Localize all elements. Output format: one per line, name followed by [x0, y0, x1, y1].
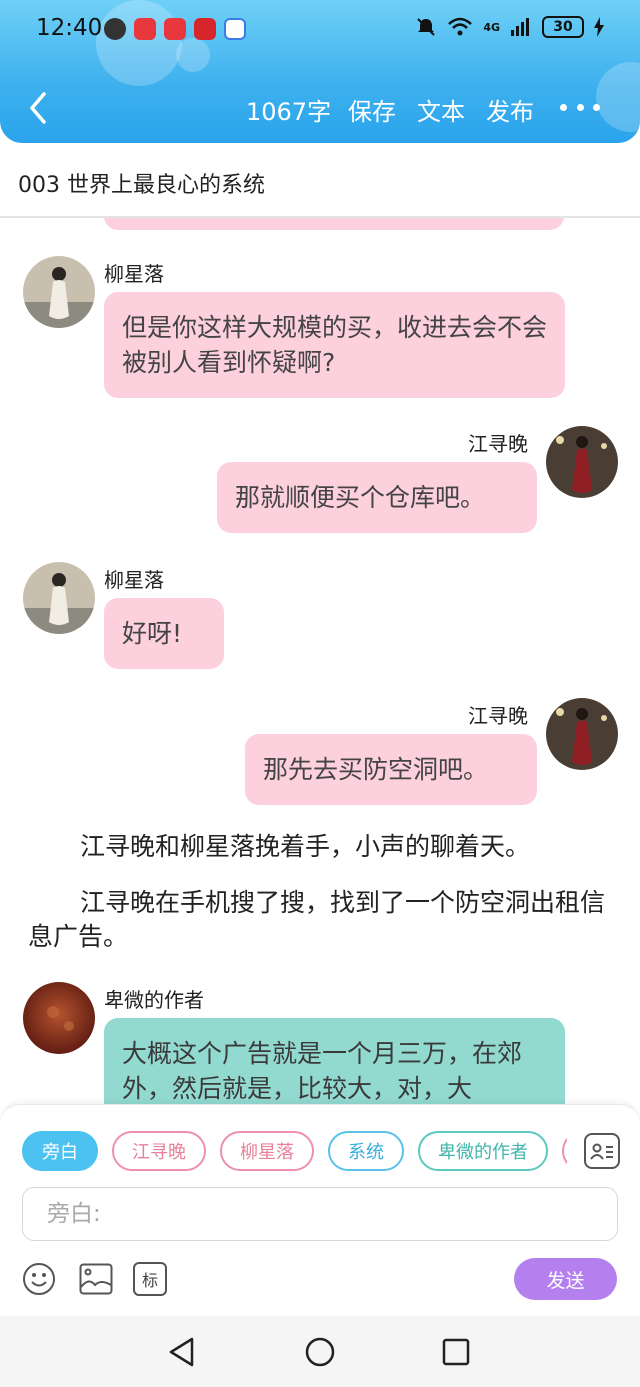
- send-button[interactable]: 发送: [514, 1258, 617, 1300]
- narration-paragraph[interactable]: 江寻晚和柳星落挽着手，小声的聊着天。: [28, 830, 608, 864]
- status-time: 12:40: [36, 15, 103, 41]
- app-notification-icon: [194, 18, 216, 40]
- message-bubble[interactable]: 但是你这样大规模的买，收进去会不会被别人看到怀疑啊?: [104, 292, 565, 398]
- app-notification-icon: [224, 18, 246, 40]
- avatar-image-jiangxunwan: [546, 698, 618, 770]
- dot-icon: [593, 103, 600, 111]
- avatar-image-liuxingluo: [23, 562, 95, 634]
- signal-icon: [511, 18, 529, 36]
- app-notification-icon: [134, 18, 156, 40]
- publish-button[interactable]: 发布: [486, 92, 534, 127]
- role-chip-jiangxunwan[interactable]: 江寻晚: [112, 1131, 206, 1171]
- avatar[interactable]: [546, 426, 618, 498]
- nav-recents-button[interactable]: [438, 1334, 474, 1370]
- editor-toolbar: 1067字 保存 文本 发布: [0, 84, 640, 134]
- composer-panel: 旁白 江寻晚 柳星落 系统 卑微的作者 标 发送: [0, 1104, 640, 1316]
- avatar[interactable]: [23, 982, 95, 1054]
- square-recents-icon: [442, 1338, 470, 1366]
- back-button[interactable]: [18, 88, 58, 128]
- role-chip-system[interactable]: 系统: [328, 1131, 404, 1171]
- avatar[interactable]: [546, 698, 618, 770]
- emoji-icon: [23, 1263, 55, 1295]
- word-count: 1067字: [246, 98, 332, 126]
- message-bubble[interactable]: 好呀!: [104, 598, 224, 669]
- chat-content[interactable]: 柳星落 但是你这样大规模的买，收进去会不会被别人看到怀疑啊? 江寻晚 那就顺便买…: [0, 218, 640, 1104]
- chevron-left-icon: [30, 92, 46, 124]
- role-manager-button[interactable]: [584, 1133, 620, 1169]
- status-indicators: 4G 30: [415, 16, 604, 38]
- avatar[interactable]: [23, 256, 95, 328]
- battery-indicator: 30: [542, 16, 584, 38]
- nav-back-button[interactable]: [164, 1334, 200, 1370]
- avatar-image-jiangxunwan: [546, 426, 618, 498]
- speaker-name: 柳星落: [104, 568, 164, 592]
- app-notification-icon: [104, 18, 126, 40]
- notification-icons: [104, 18, 246, 40]
- role-chip-overflow[interactable]: [562, 1131, 567, 1171]
- app-header: 12:40 4G 30 1067字 保存 文本 发布: [0, 0, 640, 143]
- role-chip-narrator[interactable]: 旁白: [22, 1131, 98, 1171]
- wifi-icon: [448, 17, 473, 36]
- triangle-back-icon: [169, 1337, 194, 1367]
- previous-message-bubble[interactable]: [104, 218, 564, 230]
- contact-card-icon: [590, 1143, 613, 1160]
- emoji-button[interactable]: [22, 1262, 56, 1296]
- message-bubble[interactable]: 那先去买防空洞吧。: [245, 734, 537, 805]
- image-button[interactable]: [79, 1262, 113, 1296]
- nav-home-button[interactable]: [302, 1334, 338, 1370]
- more-options-button[interactable]: [560, 92, 600, 122]
- image-icon: [79, 1263, 113, 1295]
- role-chips: 旁白 江寻晚 柳星落 系统 卑微的作者: [22, 1131, 567, 1173]
- speaker-name: 卑微的作者: [104, 988, 204, 1012]
- dot-icon: [576, 103, 584, 111]
- avatar-image-author: [23, 982, 95, 1054]
- charging-icon: [594, 17, 604, 37]
- role-chip-author[interactable]: 卑微的作者: [418, 1131, 548, 1171]
- chapter-title[interactable]: 003 世界上最良心的系统: [0, 143, 640, 218]
- mark-button[interactable]: 标: [133, 1262, 167, 1296]
- network-type: 4G: [483, 20, 500, 34]
- role-chip-liuxingluo[interactable]: 柳星落: [220, 1131, 314, 1171]
- status-bar: 12:40 4G 30: [0, 0, 640, 60]
- avatar-image-liuxingluo: [23, 256, 95, 328]
- mark-label: 标: [141, 1271, 158, 1290]
- system-navigation-bar: [0, 1316, 640, 1387]
- app-notification-icon: [164, 18, 186, 40]
- message-bubble[interactable]: 大概这个广告就是一个月三万，在郊外，然后就是，比较大，对，大: [104, 1018, 565, 1104]
- message-bubble[interactable]: 那就顺便买个仓库吧。: [217, 462, 537, 533]
- speaker-name: 柳星落: [104, 262, 164, 286]
- speaker-name: 江寻晚: [468, 704, 528, 728]
- avatar[interactable]: [23, 562, 95, 634]
- message-input[interactable]: [22, 1187, 618, 1241]
- speaker-name: 江寻晚: [468, 432, 528, 456]
- dot-icon: [560, 103, 567, 111]
- save-button[interactable]: 保存: [348, 92, 396, 127]
- text-button[interactable]: 文本: [417, 92, 465, 127]
- narration-paragraph[interactable]: 江寻晚在手机搜了搜，找到了一个防空洞出租信息广告。: [28, 886, 608, 954]
- mute-icon: [417, 18, 436, 36]
- circle-home-icon: [305, 1337, 335, 1367]
